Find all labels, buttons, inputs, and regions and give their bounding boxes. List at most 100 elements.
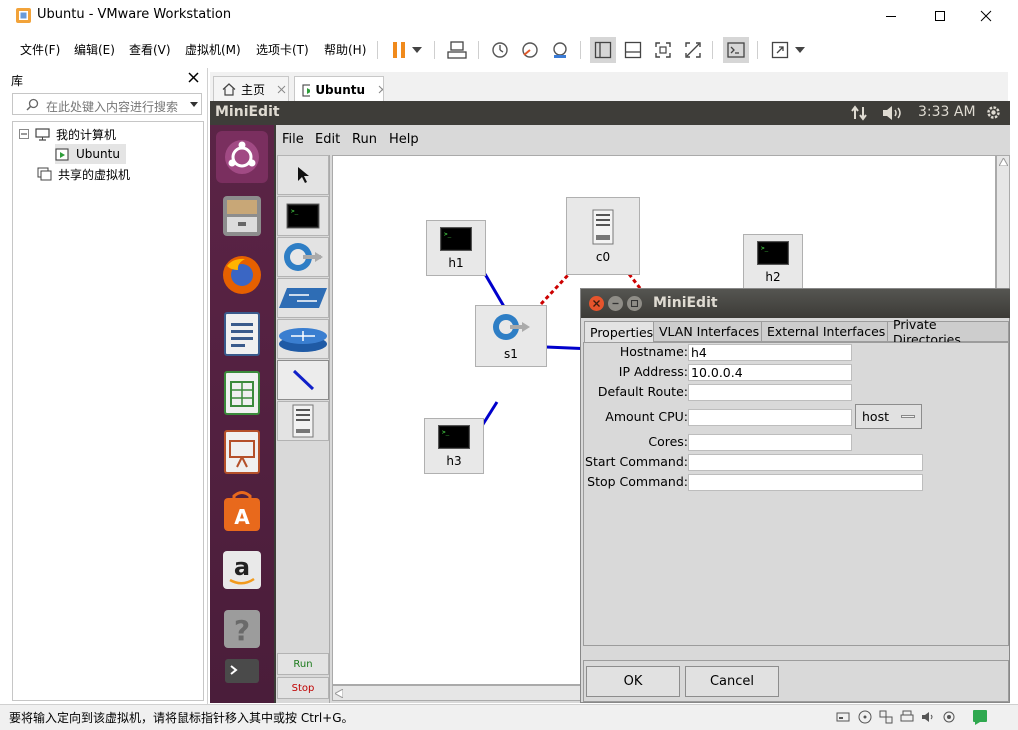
- unity-mode-icon[interactable]: [680, 37, 706, 63]
- power-dropdown-icon[interactable]: [408, 37, 426, 63]
- tool-switch[interactable]: [277, 237, 329, 277]
- menu-edit[interactable]: 编辑(E): [74, 41, 115, 58]
- node-s1[interactable]: s1: [475, 305, 547, 367]
- tree-item-ubuntu-vm[interactable]: Ubuntu: [55, 144, 126, 164]
- tab-home[interactable]: 主页: [213, 76, 289, 102]
- tab-external-interfaces[interactable]: External Interfaces: [761, 321, 892, 342]
- menu-tabs[interactable]: 选项卡(T): [256, 41, 309, 58]
- tree-item-shared-vms[interactable]: 共享的虚拟机: [37, 164, 130, 184]
- send-keys-icon[interactable]: [444, 37, 470, 63]
- tab-ubuntu[interactable]: Ubuntu: [294, 76, 384, 102]
- tool-controller[interactable]: [277, 401, 329, 441]
- printer-icon[interactable]: [900, 710, 914, 724]
- node-h3[interactable]: >_ h3: [424, 418, 484, 474]
- toolbar-separator: [712, 41, 713, 59]
- console-view-icon[interactable]: [723, 37, 749, 63]
- miniedit-menu-file[interactable]: File: [282, 132, 304, 147]
- svg-text:a: a: [234, 553, 250, 581]
- tab-vlan-interfaces[interactable]: VLAN Interfaces: [653, 321, 766, 342]
- message-log-icon[interactable]: [972, 709, 988, 725]
- ip-address-input[interactable]: 10.0.0.4: [688, 364, 852, 381]
- default-route-input[interactable]: [688, 384, 852, 401]
- tool-legacy-switch[interactable]: [277, 278, 329, 318]
- node-c0[interactable]: c0: [566, 197, 640, 275]
- hostname-input[interactable]: h4: [688, 344, 852, 361]
- tool-host[interactable]: >_: [277, 196, 329, 236]
- launcher-software-center-icon[interactable]: A: [216, 485, 268, 537]
- node-h1[interactable]: >_ h1: [426, 220, 486, 276]
- search-dropdown-icon[interactable]: [190, 102, 198, 107]
- close-window-button[interactable]: [963, 0, 1009, 32]
- thumbnail-bar-icon[interactable]: [620, 37, 646, 63]
- launcher-writer-icon[interactable]: [216, 308, 268, 360]
- search-icon: [26, 98, 39, 111]
- tab-properties[interactable]: Properties: [584, 321, 660, 343]
- launcher-amazon-icon[interactable]: a: [216, 544, 268, 596]
- launcher-calc-icon[interactable]: [216, 367, 268, 419]
- dialog-minimize-icon[interactable]: [608, 296, 623, 311]
- launcher-terminal-icon[interactable]: [216, 655, 268, 687]
- tool-select[interactable]: [277, 155, 329, 195]
- cpu-mode-select[interactable]: host: [855, 404, 922, 429]
- usb-icon[interactable]: [942, 710, 956, 724]
- volume-icon[interactable]: [882, 105, 904, 121]
- tree-item-my-computer[interactable]: 我的计算机: [19, 124, 116, 144]
- full-screen-icon[interactable]: [650, 37, 676, 63]
- collapse-icon: [19, 129, 29, 139]
- stretch-dropdown-icon[interactable]: [791, 37, 809, 63]
- library-search-input[interactable]: 在此处键入内容进行搜索: [12, 93, 202, 115]
- ok-button[interactable]: OK: [586, 666, 680, 697]
- menu-toolbar: 文件(F) 编辑(E) 查看(V) 虚拟机(M) 选项卡(T) 帮助(H): [0, 32, 1018, 66]
- launcher-dash-icon[interactable]: [216, 131, 268, 183]
- gear-icon[interactable]: [985, 104, 1002, 121]
- node-h3-label: h3: [446, 453, 462, 468]
- dialog-maximize-icon[interactable]: [627, 296, 642, 311]
- menu-file[interactable]: 文件(F): [20, 41, 60, 58]
- dialog-close-icon[interactable]: [589, 296, 604, 311]
- run-button[interactable]: Run: [277, 653, 329, 675]
- ubuntu-guest-screen[interactable]: MiniEdit 3:33 AM A a ? File Edit Run Hel…: [210, 101, 1010, 703]
- launcher-firefox-icon[interactable]: [216, 249, 268, 301]
- start-command-input[interactable]: [688, 454, 923, 471]
- maximize-button[interactable]: [917, 0, 963, 32]
- network-icon[interactable]: [851, 105, 867, 121]
- cd-drive-icon[interactable]: [858, 710, 872, 724]
- snapshot-icon[interactable]: [487, 37, 513, 63]
- tab-private-directories[interactable]: Private Directories: [887, 317, 1009, 347]
- menu-help[interactable]: 帮助(H): [324, 41, 366, 58]
- snapshot-manager-icon[interactable]: [547, 37, 573, 63]
- menu-view[interactable]: 查看(V): [129, 41, 171, 58]
- network-adapter-icon[interactable]: [879, 710, 893, 724]
- host-icon: >_: [286, 203, 320, 229]
- miniedit-menu-edit[interactable]: Edit: [315, 132, 340, 147]
- launcher-help-icon[interactable]: ?: [216, 603, 268, 655]
- minimize-button[interactable]: [868, 0, 914, 32]
- miniedit-menu-run[interactable]: Run: [352, 132, 377, 147]
- menu-vm[interactable]: 虚拟机(M): [185, 41, 241, 58]
- stretch-guest-icon[interactable]: [767, 37, 793, 63]
- tab-ubuntu-label: Ubuntu: [315, 82, 366, 97]
- revert-snapshot-icon[interactable]: [517, 37, 543, 63]
- cores-input[interactable]: [688, 434, 852, 451]
- tree-label-ubuntu: Ubuntu: [76, 147, 120, 161]
- tab-strip: 主页 Ubuntu: [210, 72, 1008, 102]
- close-library-icon[interactable]: [188, 72, 199, 83]
- show-library-icon[interactable]: [590, 37, 616, 63]
- svg-text:?: ?: [234, 614, 250, 647]
- clock[interactable]: 3:33 AM: [918, 104, 976, 120]
- stop-command-input[interactable]: [688, 474, 923, 491]
- tool-legacy-router[interactable]: [277, 319, 329, 359]
- sound-icon[interactable]: [921, 710, 935, 724]
- close-tab-icon: [378, 85, 383, 94]
- cancel-button[interactable]: Cancel: [685, 666, 779, 697]
- stop-button[interactable]: Stop: [277, 677, 329, 699]
- tool-netlink[interactable]: [277, 360, 329, 400]
- miniedit-menu-help[interactable]: Help: [389, 132, 419, 147]
- node-h2[interactable]: >_ h2: [743, 234, 803, 290]
- hard-disk-icon[interactable]: [836, 711, 850, 723]
- launcher-impress-icon[interactable]: [216, 426, 268, 478]
- amount-cpu-input[interactable]: [688, 409, 852, 426]
- option-menu-indicator-icon: [901, 415, 915, 418]
- launcher-files-icon[interactable]: [216, 190, 268, 242]
- dialog-title-bar: MiniEdit: [581, 289, 1010, 318]
